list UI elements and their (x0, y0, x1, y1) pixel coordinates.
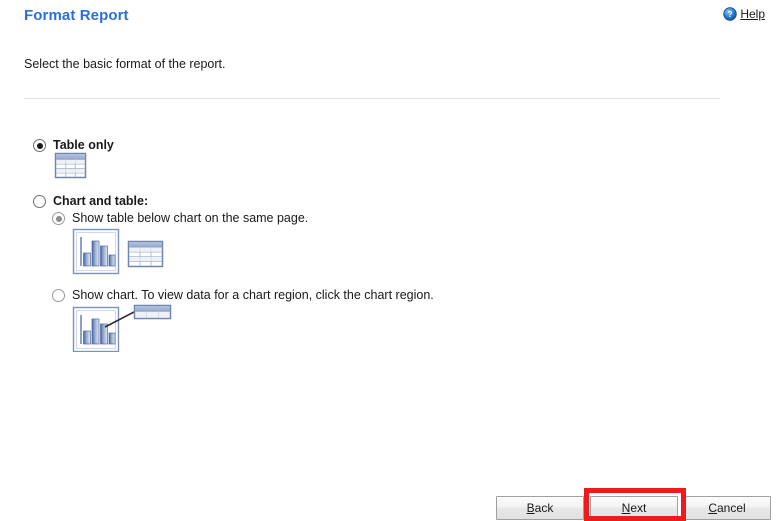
cancel-button[interactable]: Cancel (683, 496, 771, 520)
divider (24, 98, 720, 99)
cancel-button-accel: C (708, 501, 717, 515)
radio-option-show-chart-click-region[interactable]: Show chart. To view data for a chart reg… (52, 288, 434, 302)
page-title: Format Report (24, 7, 129, 24)
next-button[interactable]: Next (590, 496, 678, 520)
next-button-label: ext (630, 501, 647, 515)
help-link[interactable]: ? Help (723, 7, 765, 21)
help-circle-icon: ? (723, 7, 738, 21)
radio-indicator-show-chart-click-region[interactable] (52, 289, 65, 302)
radio-option-chart-and-table[interactable]: Chart and table: (33, 194, 148, 208)
help-label: Help (740, 7, 765, 21)
radio-indicator-chart-and-table[interactable] (33, 195, 46, 208)
back-button-label: ack (534, 501, 554, 515)
radio-indicator-show-table-below-chart[interactable] (52, 212, 65, 225)
radio-label-chart-and-table: Chart and table: (53, 194, 149, 208)
back-button[interactable]: Back (496, 496, 584, 520)
cancel-button-label: ancel (716, 501, 746, 515)
back-button-accel: B (526, 501, 535, 515)
wizard-footer-buttons: Back Next Cancel (0, 496, 777, 521)
chart-with-callout-table-icon (72, 302, 176, 355)
table-icon (54, 152, 88, 183)
radio-label-show-table-below-chart: Show table below chart on the same page. (72, 211, 309, 225)
radio-label-table-only: Table only (53, 138, 114, 152)
radio-option-show-table-below-chart[interactable]: Show table below chart on the same page. (52, 211, 308, 225)
svg-text:?: ? (728, 9, 733, 19)
format-report-wizard-page: Format Report ? Help Select the basic fo… (0, 0, 777, 521)
radio-option-table-only[interactable]: Table only (33, 138, 114, 152)
radio-label-show-chart-click-region: Show chart. To view data for a chart reg… (72, 288, 434, 302)
radio-indicator-table-only[interactable] (33, 139, 46, 152)
next-button-accel: N (621, 501, 631, 515)
instruction-text: Select the basic format of the report. (24, 57, 226, 71)
chart-and-table-icon (72, 228, 168, 279)
